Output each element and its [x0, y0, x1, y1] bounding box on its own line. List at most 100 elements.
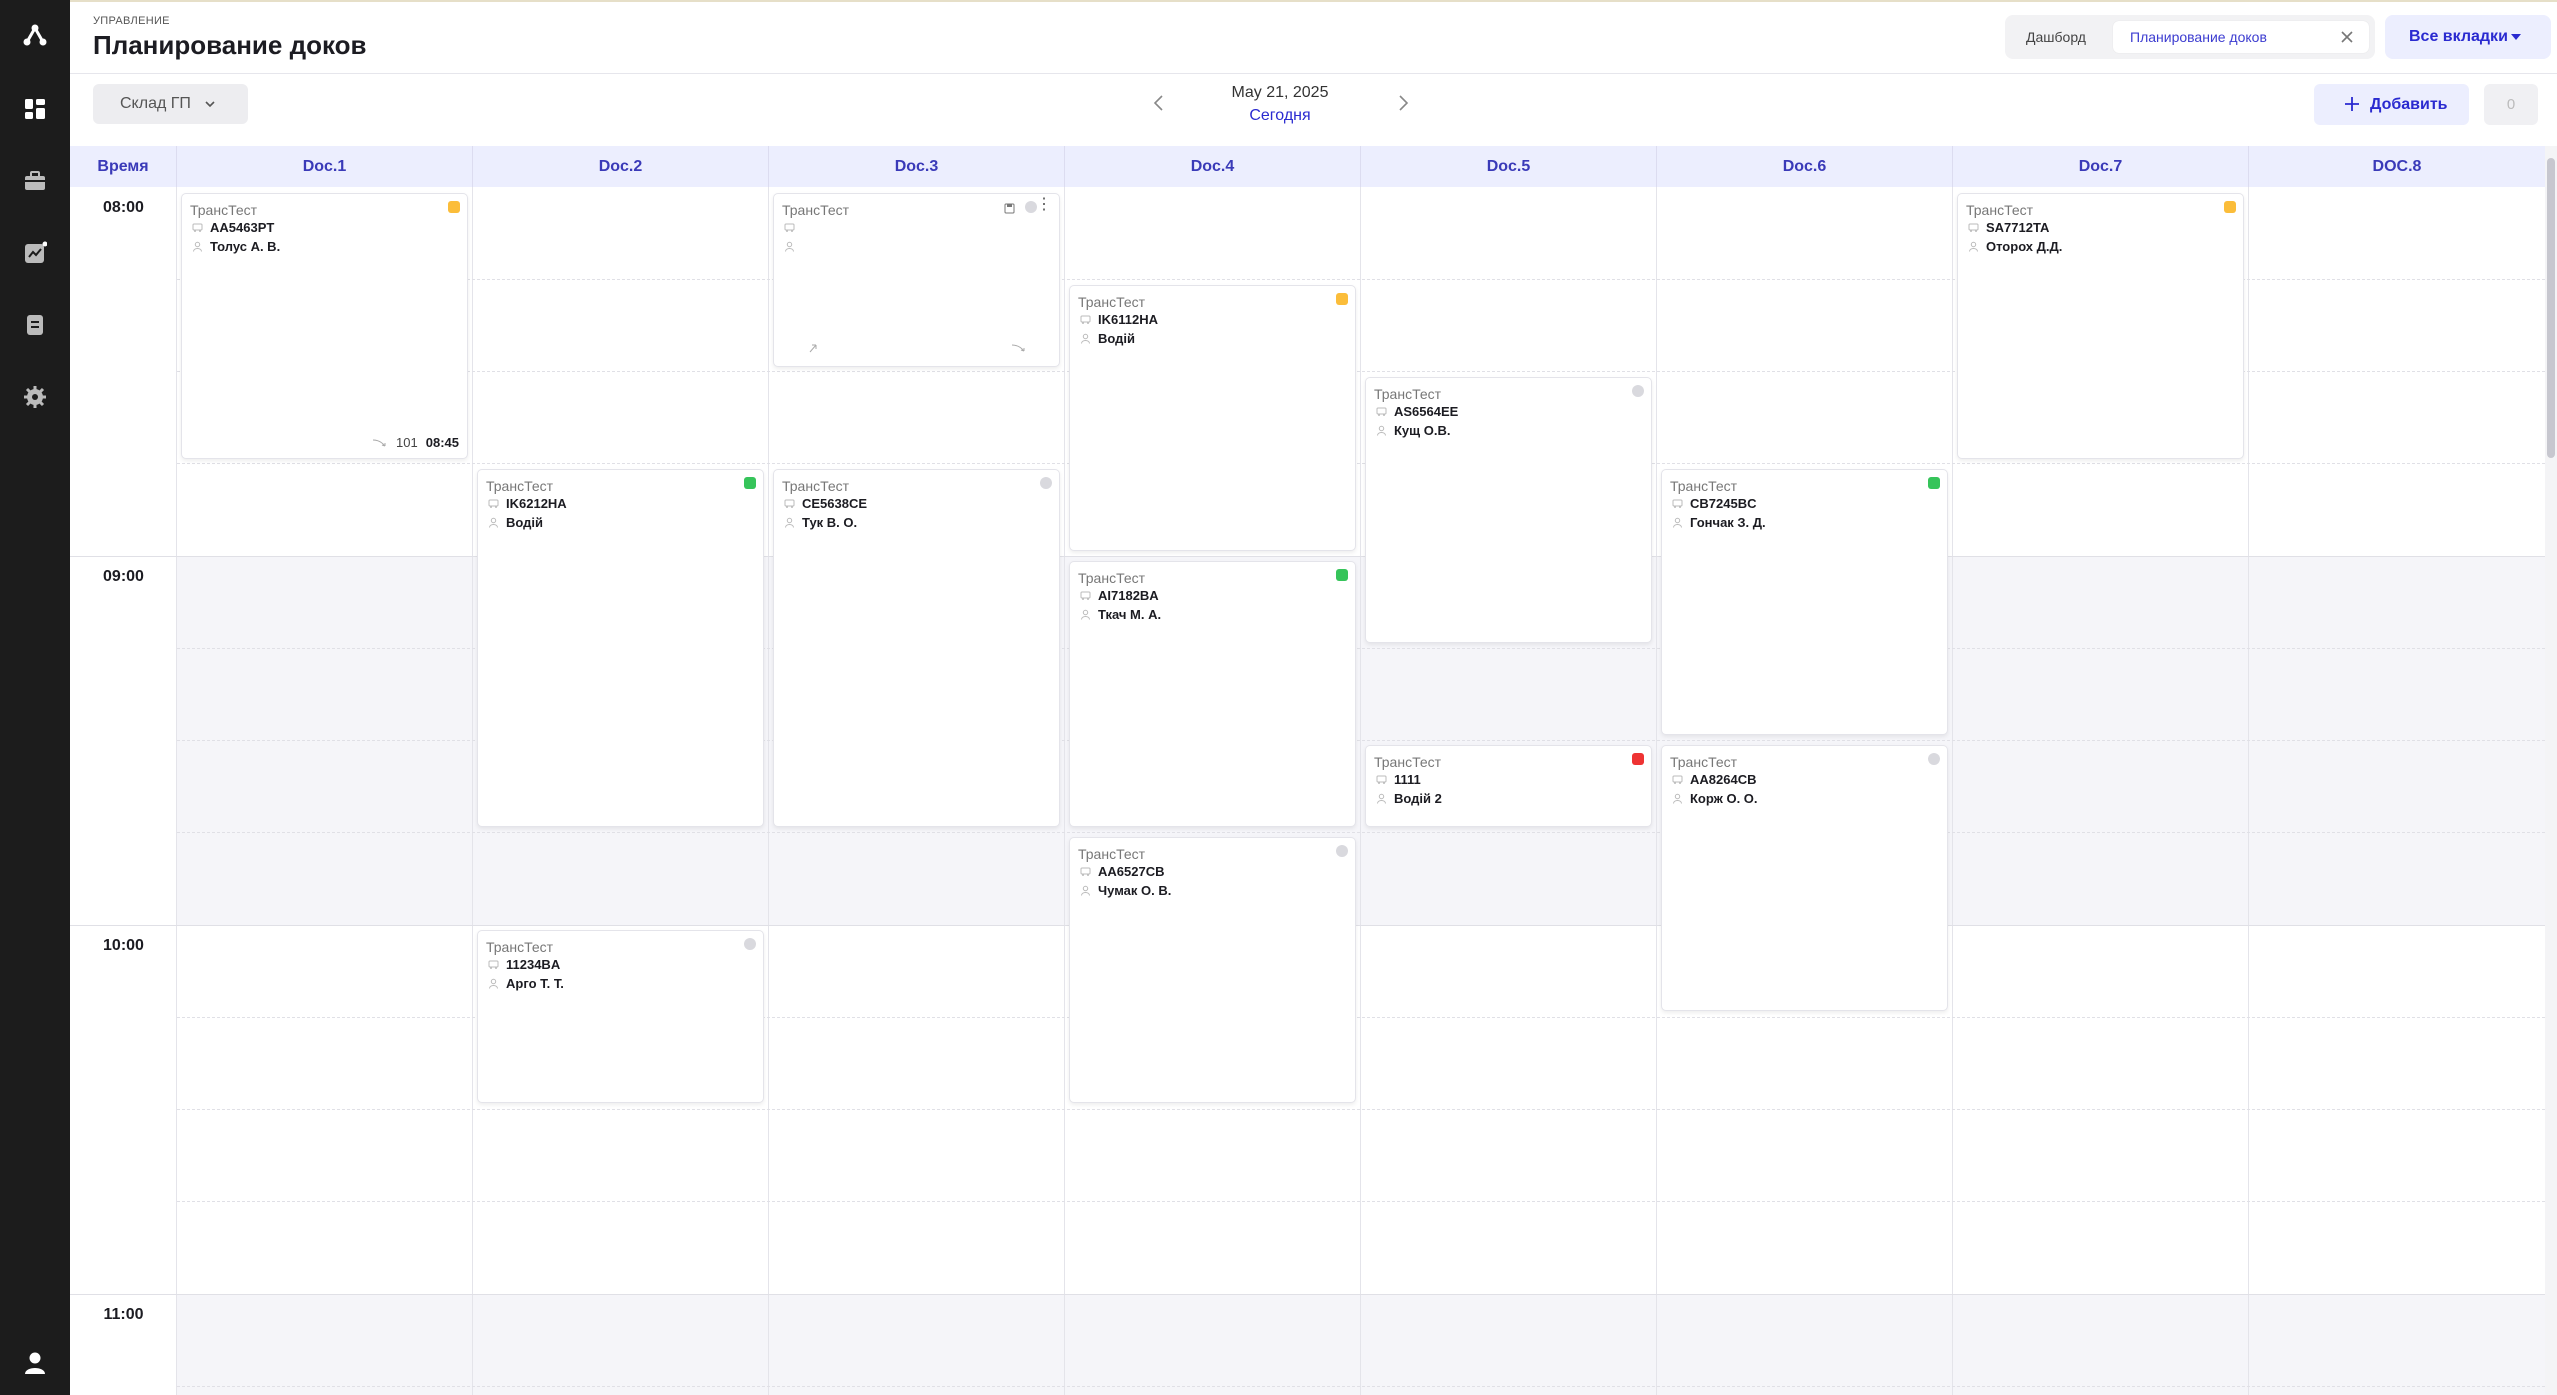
arrow-icon[interactable] — [1011, 340, 1029, 358]
status-badge — [448, 201, 460, 213]
today-link[interactable]: Сегодня — [1180, 107, 1380, 125]
truck-icon — [784, 223, 795, 232]
caret-down-icon — [2511, 34, 2521, 40]
time-label: 11:00 — [103, 1306, 144, 1323]
logo-icon[interactable] — [22, 22, 48, 48]
card-plate-row: CE5638CE — [782, 494, 1059, 513]
resize-icon[interactable] — [808, 340, 818, 358]
booking-card[interactable]: ТрансТест AA8264CB Корж О. О. — [1661, 745, 1948, 1011]
truck-icon — [488, 499, 499, 508]
booking-card[interactable]: ТрансТест AA6527CB Чумак О. В. — [1069, 837, 1356, 1103]
card-driver-row — [782, 237, 1059, 256]
dock-header: Doc.6 — [1657, 146, 1953, 187]
truck-icon — [1672, 775, 1683, 784]
card-driver-row: Корж О. О. — [1670, 789, 1947, 808]
card-driver: Кущ О.В. — [1394, 423, 1451, 438]
card-plate-row: AA5463PT — [190, 218, 467, 237]
person-icon — [489, 978, 498, 989]
card-company: ТрансТест — [782, 202, 850, 218]
booking-card[interactable]: ТрансТест IK6212HA Водій — [477, 469, 764, 827]
card-driver: Ткач М. А. — [1098, 607, 1162, 622]
card-company: ТрансТест — [1670, 754, 1738, 770]
analytics-icon[interactable] — [22, 240, 48, 266]
card-foot-number: 101 — [396, 435, 418, 450]
save-icon[interactable] — [1004, 201, 1015, 219]
card-company: ТрансТест — [1966, 202, 2034, 218]
documents-icon[interactable] — [22, 312, 48, 338]
status-badge — [1632, 753, 1644, 765]
card-plate-row: AA6527CB — [1078, 862, 1355, 881]
card-driver: Водій — [1098, 331, 1136, 346]
truck-icon — [1672, 499, 1683, 508]
card-plate-row: AS6564EE — [1374, 402, 1651, 421]
card-driver-row: Гончак З. Д. — [1670, 513, 1947, 532]
card-driver: Водій 2 — [1394, 791, 1442, 806]
dock-header: Doc.1 — [177, 146, 473, 187]
settings-icon[interactable] — [22, 384, 48, 410]
prev-day-button[interactable] — [1148, 92, 1170, 114]
truck-icon — [1376, 775, 1387, 784]
booking-card[interactable]: ТрансТест AA5463PT Толус А. В. 101 08:45 — [181, 193, 468, 459]
status-badge — [1632, 385, 1644, 397]
warehouse-select[interactable]: Склад ГП — [93, 84, 248, 124]
tab-dock-planning[interactable]: Планирование доков — [2113, 21, 2369, 53]
schedule-grid[interactable]: 08:00 09:00 10:00 11:00 ТрансТест AA5463… — [70, 187, 2545, 1395]
card-company: ТрансТест — [782, 478, 850, 494]
time-column-header: Время — [70, 146, 177, 187]
status-badge — [1336, 569, 1348, 581]
truck-icon — [1080, 591, 1091, 600]
hour-line — [70, 1294, 2545, 1295]
card-company: ТрансТест — [1374, 386, 1442, 402]
person-icon — [1673, 517, 1682, 528]
booking-card[interactable]: ТрансТест AS6564EE Кущ О.В. — [1365, 377, 1652, 643]
card-plate-row: 11234BA — [486, 955, 763, 974]
card-plate: AA5463PT — [210, 220, 275, 235]
breadcrumb[interactable]: УПРАВЛЕНИЕ — [93, 15, 170, 27]
scrollbar-thumb[interactable] — [2547, 158, 2555, 458]
card-driver: Корж О. О. — [1690, 791, 1758, 806]
tab-dashboard[interactable]: Дашборд — [2011, 21, 2101, 53]
next-day-button[interactable] — [1392, 92, 1414, 114]
tab-bar: Дашборд Планирование доков — [2005, 15, 2375, 59]
quarter-line — [177, 1201, 2545, 1202]
dock-header: Doc.7 — [1953, 146, 2249, 187]
booking-card[interactable]: ТрансТест 1111 Водій 2 — [1365, 745, 1652, 827]
card-plate: AA6527CB — [1098, 864, 1165, 879]
add-button[interactable]: Добавить — [2314, 84, 2469, 125]
booking-card[interactable]: ТрансТест ⋮ — [773, 193, 1060, 367]
dashboard-icon[interactable] — [22, 96, 48, 122]
quarter-line — [177, 1109, 2545, 1110]
booking-card[interactable]: ТрансТест CE5638CE Тук В. О. — [773, 469, 1060, 827]
person-icon — [1081, 609, 1090, 620]
booking-card[interactable]: ТрансТест IK6112HA Водій — [1069, 285, 1356, 551]
card-driver-row: Водій — [1078, 329, 1355, 348]
page-title: Планирование доков — [93, 30, 367, 60]
person-icon — [1673, 793, 1682, 804]
column-divider — [1656, 187, 1657, 1395]
person-icon — [1081, 885, 1090, 896]
card-driver: Тук В. О. — [802, 515, 858, 530]
user-icon[interactable] — [22, 1350, 48, 1376]
close-icon[interactable] — [2339, 29, 2355, 45]
booking-card[interactable]: ТрансТест SA7712TA Оторох Д.Д. — [1957, 193, 2244, 459]
card-footer: 101 08:45 — [372, 435, 459, 450]
booking-card[interactable]: ТрансТест AI7182BA Ткач М. А. — [1069, 561, 1356, 827]
card-plate-row: IK6112HA — [1078, 310, 1355, 329]
truck-icon — [784, 499, 795, 508]
card-driver-row: Кущ О.В. — [1374, 421, 1651, 440]
booking-card[interactable]: ТрансТест CB7245BC Гончак З. Д. — [1661, 469, 1948, 735]
card-driver: Оторох Д.Д. — [1986, 239, 2063, 254]
card-plate: CB7245BC — [1690, 496, 1757, 511]
sidebar — [0, 0, 70, 1395]
more-icon[interactable]: ⋮ — [1036, 197, 1052, 213]
selected-count[interactable]: 0 — [2484, 84, 2538, 125]
card-driver: Чумак О. В. — [1098, 883, 1172, 898]
card-plate: IK6212HA — [506, 496, 567, 511]
dock-header: DOC.8 — [2372, 157, 2422, 175]
chevron-down-icon — [203, 97, 217, 116]
booking-card[interactable]: ТрансТест 11234BA Арго Т. Т. — [477, 930, 764, 1103]
card-driver: Гончак З. Д. — [1690, 515, 1766, 530]
all-tabs-dropdown[interactable]: Все вкладки — [2385, 15, 2551, 59]
status-badge — [2224, 201, 2236, 213]
warehouse-icon[interactable] — [22, 168, 48, 194]
